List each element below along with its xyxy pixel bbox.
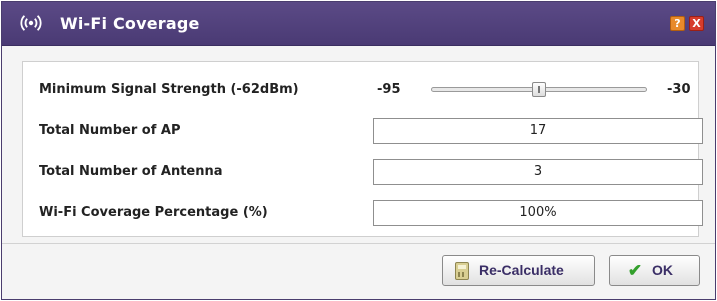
ok-label: OK — [652, 262, 673, 278]
coverage-percentage-field[interactable]: 100% — [373, 200, 703, 226]
signal-strength-label: Minimum Signal Strength (-62dBm) — [39, 82, 299, 97]
dialog-title: Wi-Fi Coverage — [60, 14, 200, 33]
coverage-percentage-label: Wi-Fi Coverage Percentage (%) — [39, 205, 268, 220]
settings-panel: Minimum Signal Strength (-62dBm) -95 -30… — [22, 61, 703, 237]
recalculate-button[interactable]: Re-Calculate — [442, 255, 595, 286]
close-icon[interactable]: X — [689, 16, 704, 31]
total-antenna-label: Total Number of Antenna — [39, 164, 223, 179]
total-antenna-field[interactable]: 3 — [373, 159, 703, 185]
help-icon[interactable]: ? — [670, 16, 685, 31]
ok-button[interactable]: ✔ OK — [609, 255, 700, 286]
titlebar[interactable]: Wi-Fi Coverage ? X — [2, 2, 715, 46]
recalculate-label: Re-Calculate — [479, 262, 564, 278]
total-ap-field[interactable]: 17 — [373, 118, 703, 144]
footer-divider — [2, 243, 715, 244]
total-ap-label: Total Number of AP — [39, 123, 181, 138]
calculator-icon — [455, 262, 469, 280]
slider-min-label: -95 — [377, 82, 401, 97]
slider-max-label: -30 — [667, 82, 691, 97]
check-icon: ✔ — [627, 261, 643, 280]
wifi-signal-icon — [20, 15, 42, 31]
wifi-coverage-dialog: Wi-Fi Coverage ? X Minimum Signal Streng… — [1, 1, 716, 300]
signal-strength-slider-handle[interactable] — [532, 82, 546, 97]
